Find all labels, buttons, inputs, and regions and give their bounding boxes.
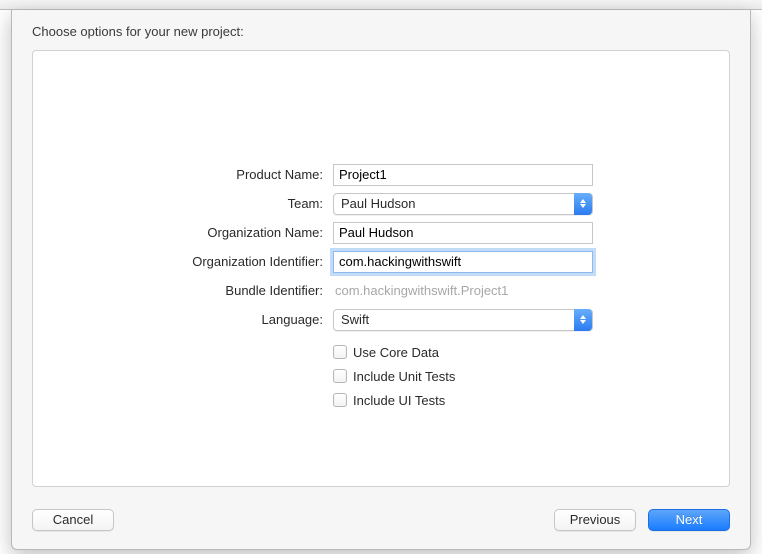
organization-identifier-input[interactable] — [333, 251, 593, 273]
bundle-identifier-value: com.hackingwithswift.Project1 — [333, 283, 508, 298]
label-team: Team: — [33, 196, 333, 211]
ui-tests-checkbox-label: Include UI Tests — [353, 393, 445, 408]
label-language: Language: — [33, 312, 333, 327]
label-product-name: Product Name: — [33, 167, 333, 182]
row-bundle-identifier: Bundle Identifier: com.hackingwithswift.… — [33, 277, 729, 304]
language-popup[interactable]: Swift — [333, 309, 593, 331]
row-organization-identifier: Organization Identifier: — [33, 248, 729, 275]
unit-tests-checkbox[interactable] — [333, 369, 347, 383]
options-form: Product Name: Team: Paul Hudson — [33, 161, 729, 413]
row-product-name: Product Name: — [33, 161, 729, 188]
previous-button[interactable]: Previous — [554, 509, 636, 531]
new-project-options-sheet: Choose options for your new project: Pro… — [11, 10, 751, 550]
row-team: Team: Paul Hudson — [33, 190, 729, 217]
row-include-unit-tests: Include Unit Tests — [33, 365, 729, 387]
product-name-input[interactable] — [333, 164, 593, 186]
core-data-checkbox[interactable] — [333, 345, 347, 359]
ui-tests-checkbox[interactable] — [333, 393, 347, 407]
row-include-ui-tests: Include UI Tests — [33, 389, 729, 411]
label-organization-identifier: Organization Identifier: — [33, 254, 333, 269]
language-popup-value: Swift — [341, 312, 369, 327]
next-button[interactable]: Next — [648, 509, 730, 531]
row-use-core-data: Use Core Data — [33, 341, 729, 363]
sheet-title: Choose options for your new project: — [32, 24, 244, 39]
team-popup-value: Paul Hudson — [341, 196, 415, 211]
organization-name-input[interactable] — [333, 222, 593, 244]
button-bar: Cancel Previous Next — [32, 505, 730, 535]
label-organization-name: Organization Name: — [33, 225, 333, 240]
popup-stepper-icon — [574, 193, 592, 215]
cancel-button[interactable]: Cancel — [32, 509, 114, 531]
row-language: Language: Swift — [33, 306, 729, 333]
unit-tests-checkbox-label: Include Unit Tests — [353, 369, 455, 384]
options-panel: Product Name: Team: Paul Hudson — [32, 50, 730, 487]
team-popup[interactable]: Paul Hudson — [333, 193, 593, 215]
window-chrome-strip — [0, 0, 762, 10]
core-data-checkbox-label: Use Core Data — [353, 345, 439, 360]
popup-stepper-icon — [574, 309, 592, 331]
row-organization-name: Organization Name: — [33, 219, 729, 246]
label-bundle-identifier: Bundle Identifier: — [33, 283, 333, 298]
